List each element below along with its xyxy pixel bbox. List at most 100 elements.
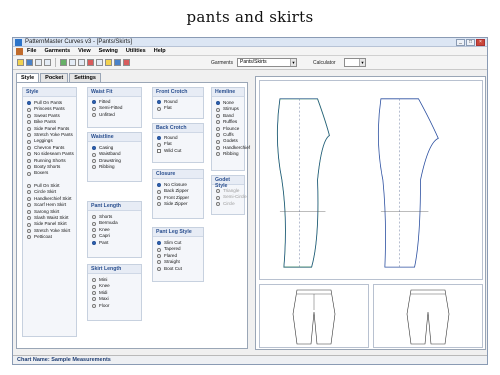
radio-button[interactable] — [27, 228, 31, 233]
minimize-button[interactable]: _ — [456, 39, 465, 46]
radio-button[interactable] — [92, 152, 96, 157]
calculator-select[interactable]: ▼ — [344, 58, 366, 67]
open-folder-icon[interactable] — [17, 59, 24, 66]
radio-button[interactable] — [92, 234, 96, 239]
radio-button[interactable] — [157, 183, 161, 188]
radio-button[interactable] — [27, 171, 31, 176]
radio-button[interactable] — [27, 235, 31, 240]
radio-button[interactable] — [27, 107, 31, 112]
radio-button[interactable] — [216, 133, 220, 138]
radio-button[interactable] — [92, 165, 96, 170]
zoom-out-icon[interactable] — [78, 59, 85, 66]
radio-button[interactable] — [92, 284, 96, 289]
radio-button[interactable] — [157, 260, 161, 265]
menu-file[interactable]: File — [27, 47, 36, 55]
radio-option[interactable]: Boot Cut — [153, 266, 203, 272]
radio-option[interactable]: Pant — [88, 240, 141, 246]
radio-button[interactable] — [92, 215, 96, 220]
maximize-button[interactable]: □ — [466, 39, 475, 46]
chart-icon[interactable] — [114, 59, 121, 66]
radio-button[interactable] — [216, 101, 220, 106]
radio-button[interactable] — [157, 202, 161, 207]
pant-leg-style-title: Pant Leg Style — [153, 228, 203, 237]
radio-button[interactable] — [92, 113, 96, 118]
radio-button[interactable] — [27, 196, 31, 201]
radio-button[interactable] — [157, 241, 161, 246]
wild-cut-checkbox[interactable]: Wild Cut — [153, 148, 203, 154]
radio-button[interactable] — [216, 139, 220, 144]
radio-button[interactable] — [27, 152, 31, 157]
radio-button[interactable] — [92, 159, 96, 164]
radio-button[interactable] — [216, 120, 220, 125]
radio-button[interactable] — [27, 209, 31, 214]
zoom-in-icon[interactable] — [69, 59, 76, 66]
radio-button[interactable] — [216, 114, 220, 119]
radio-button[interactable] — [92, 100, 96, 105]
menu-utilities[interactable]: Utilities — [126, 47, 146, 55]
layout-icon[interactable] — [105, 59, 112, 66]
select-icon[interactable] — [96, 59, 103, 66]
radio-button[interactable] — [27, 146, 31, 151]
radio-button[interactable] — [92, 146, 96, 151]
print-preview-icon[interactable] — [44, 59, 51, 66]
radio-button[interactable] — [216, 126, 220, 131]
radio-button[interactable] — [157, 136, 161, 141]
radio-button[interactable] — [92, 240, 96, 245]
radio-option[interactable]: Floor — [88, 303, 141, 309]
garments-select[interactable]: Pants/Skirts ▼ — [237, 58, 297, 67]
save-icon[interactable] — [26, 59, 33, 66]
radio-button[interactable] — [27, 120, 31, 125]
radio-button[interactable] — [27, 203, 31, 208]
grid-icon[interactable] — [60, 59, 67, 66]
menu-help[interactable]: Help — [154, 47, 166, 55]
radio-button[interactable] — [27, 184, 31, 189]
help-icon[interactable] — [123, 59, 130, 66]
radio-button[interactable] — [27, 101, 31, 106]
radio-option[interactable]: Ribbing — [88, 164, 141, 170]
radio-button[interactable] — [157, 106, 161, 111]
radio-button[interactable] — [27, 165, 31, 170]
tab-settings[interactable]: Settings — [69, 73, 101, 82]
radio-button[interactable] — [27, 190, 31, 195]
radio-button[interactable] — [216, 152, 220, 157]
radio-button[interactable] — [157, 189, 161, 194]
measure-icon[interactable] — [87, 59, 94, 66]
radio-button[interactable] — [27, 133, 31, 138]
radio-button[interactable] — [157, 100, 161, 105]
radio-button[interactable] — [157, 247, 161, 252]
close-button[interactable]: × — [476, 39, 485, 46]
radio-button[interactable] — [27, 114, 31, 119]
radio-button[interactable] — [216, 107, 220, 112]
radio-option[interactable]: Petticoat — [23, 234, 76, 240]
radio-button[interactable] — [157, 254, 161, 259]
radio-button[interactable] — [216, 146, 220, 151]
radio-option[interactable]: Flat — [153, 105, 203, 111]
radio-option[interactable]: Circle — [212, 201, 244, 207]
menu-sewing[interactable]: Sewing — [99, 47, 118, 55]
tab-pocket[interactable]: Pocket — [40, 73, 69, 82]
radio-button[interactable] — [92, 228, 96, 233]
radio-button[interactable] — [157, 196, 161, 201]
menu-garments[interactable]: Garments — [44, 47, 70, 55]
radio-option[interactable]: Unfitted — [88, 112, 141, 118]
radio-button[interactable] — [27, 158, 31, 163]
radio-button[interactable] — [216, 202, 220, 207]
radio-option[interactable]: Ribbing — [212, 151, 244, 157]
radio-button[interactable] — [92, 303, 96, 308]
radio-button[interactable] — [27, 222, 31, 227]
radio-button[interactable] — [27, 139, 31, 144]
radio-button[interactable] — [216, 189, 220, 194]
menu-view[interactable]: View — [78, 47, 90, 55]
radio-button[interactable] — [92, 291, 96, 296]
radio-button[interactable] — [92, 278, 96, 283]
radio-button[interactable] — [27, 126, 31, 131]
radio-option[interactable]: Side Zipper — [153, 201, 203, 207]
radio-button[interactable] — [92, 297, 96, 302]
radio-button[interactable] — [157, 266, 161, 271]
radio-button[interactable] — [216, 195, 220, 200]
print-icon[interactable] — [35, 59, 42, 66]
radio-button[interactable] — [92, 221, 96, 226]
radio-button[interactable] — [27, 216, 31, 221]
radio-button[interactable] — [92, 106, 96, 111]
radio-button[interactable] — [157, 142, 161, 147]
